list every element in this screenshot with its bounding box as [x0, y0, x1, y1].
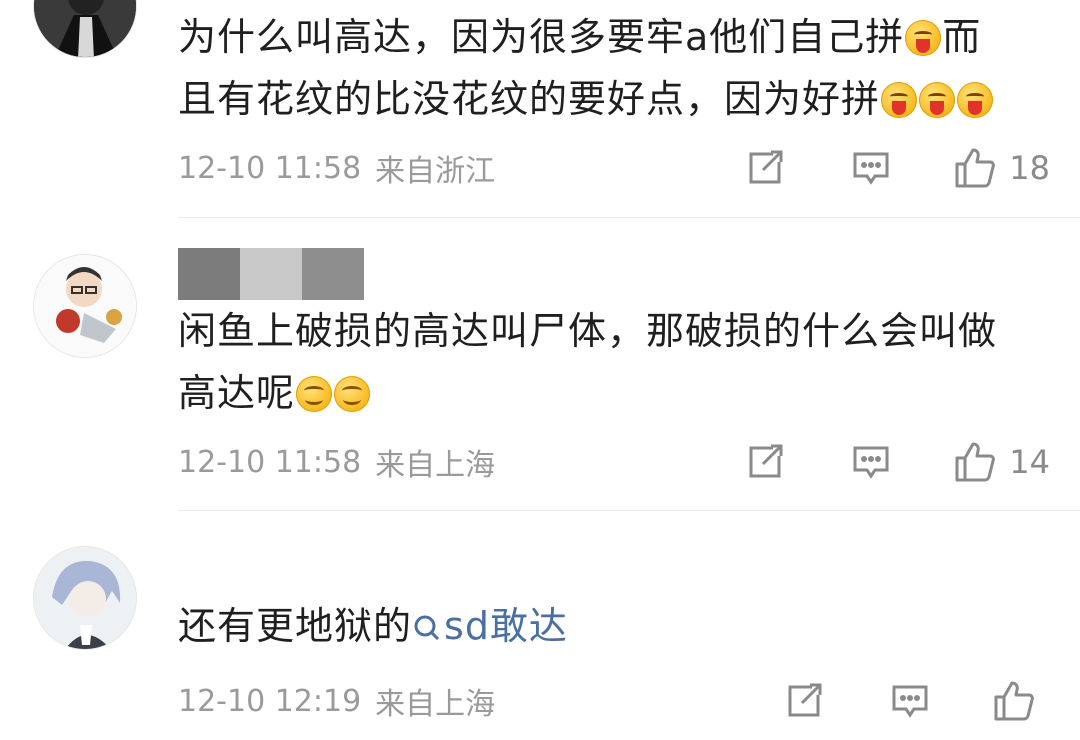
like-button[interactable]: 14 — [953, 440, 1050, 484]
comment-time: 12-10 11:58 — [178, 444, 362, 480]
avatar-image — [34, 0, 136, 57]
comment-text-line: 还有更地狱的 — [178, 604, 413, 648]
comment-2: 闲鱼上破损的高达叫尸体，那破损的什么会叫做 高达呢 12-10 11:58 来自… — [0, 218, 1080, 511]
avatar[interactable] — [33, 0, 137, 58]
comment-time: 12-10 11:58 — [178, 150, 362, 186]
avatar[interactable] — [33, 546, 137, 650]
comment-text-line: 为什么叫高达，因为很多要牢a他们自己拼 — [178, 15, 905, 59]
like-count: 18 — [1009, 149, 1050, 187]
username-blurred[interactable] — [178, 248, 364, 300]
blur-block — [302, 248, 364, 300]
comment-text-line: 而 — [942, 15, 982, 59]
smile-emoji-icon — [334, 376, 371, 412]
comment-text: 还有更地狱的 sd敢达 — [178, 595, 1050, 657]
share-button[interactable] — [784, 681, 824, 721]
comment-actions: 14 — [745, 440, 1050, 484]
smile-emoji-icon — [296, 376, 333, 412]
share-button[interactable] — [745, 148, 785, 188]
blur-block — [178, 248, 240, 300]
tongue-emoji-icon — [957, 82, 994, 118]
topic-link[interactable]: sd敢达 — [412, 604, 568, 648]
comment-text-line: 且有花纹的比没花纹的要好点，因为好拼 — [178, 77, 881, 121]
avatar-image — [34, 255, 136, 357]
reply-button[interactable] — [851, 148, 891, 188]
comment-text-line: 高达呢 — [178, 371, 296, 415]
thumbs-up-icon — [955, 148, 996, 188]
comment-3: 还有更地狱的 sd敢达 12-10 12:19 来自上海 — [0, 511, 1080, 740]
comment-time: 12-10 12:19 — [178, 683, 362, 719]
tongue-emoji-icon — [905, 20, 942, 56]
comment-icon — [892, 685, 928, 718]
comment-location: 来自浙江 — [375, 154, 496, 189]
like-button[interactable] — [992, 679, 1036, 723]
like-button[interactable]: 18 — [953, 146, 1050, 190]
share-icon — [788, 683, 822, 717]
comment-actions — [784, 679, 1036, 723]
comment-icon — [853, 446, 889, 479]
share-icon — [749, 150, 783, 184]
thumbs-up-icon — [994, 681, 1034, 721]
comment-text-line: 闲鱼上破损的高达叫尸体，那破损的什么会叫做 — [178, 309, 998, 353]
tongue-emoji-icon — [881, 82, 918, 118]
search-icon — [414, 615, 440, 641]
like-count: 14 — [1009, 443, 1050, 481]
tongue-emoji-icon — [919, 82, 956, 118]
reply-button[interactable] — [890, 681, 930, 721]
reply-button[interactable] — [851, 442, 891, 482]
comment-location: 来自上海 — [375, 687, 496, 722]
blur-block — [240, 248, 302, 300]
share-button[interactable] — [745, 442, 785, 482]
comment-location: 来自上海 — [375, 448, 496, 483]
thumbs-up-icon — [955, 442, 996, 482]
topic-link-text: sd敢达 — [444, 604, 568, 648]
share-icon — [749, 444, 783, 478]
comment-text: 为什么叫高达，因为很多要牢a他们自己拼而 且有花纹的比没花纹的要好点，因为好拼 — [178, 6, 1050, 130]
comment-1: 为什么叫高达，因为很多要牢a他们自己拼而 且有花纹的比没花纹的要好点，因为好拼 … — [0, 0, 1080, 218]
comment-icon — [853, 152, 889, 185]
avatar[interactable] — [33, 254, 137, 358]
avatar-image — [34, 547, 136, 649]
comment-text: 闲鱼上破损的高达叫尸体，那破损的什么会叫做 高达呢 — [178, 300, 1050, 424]
comment-actions: 18 — [745, 146, 1050, 190]
